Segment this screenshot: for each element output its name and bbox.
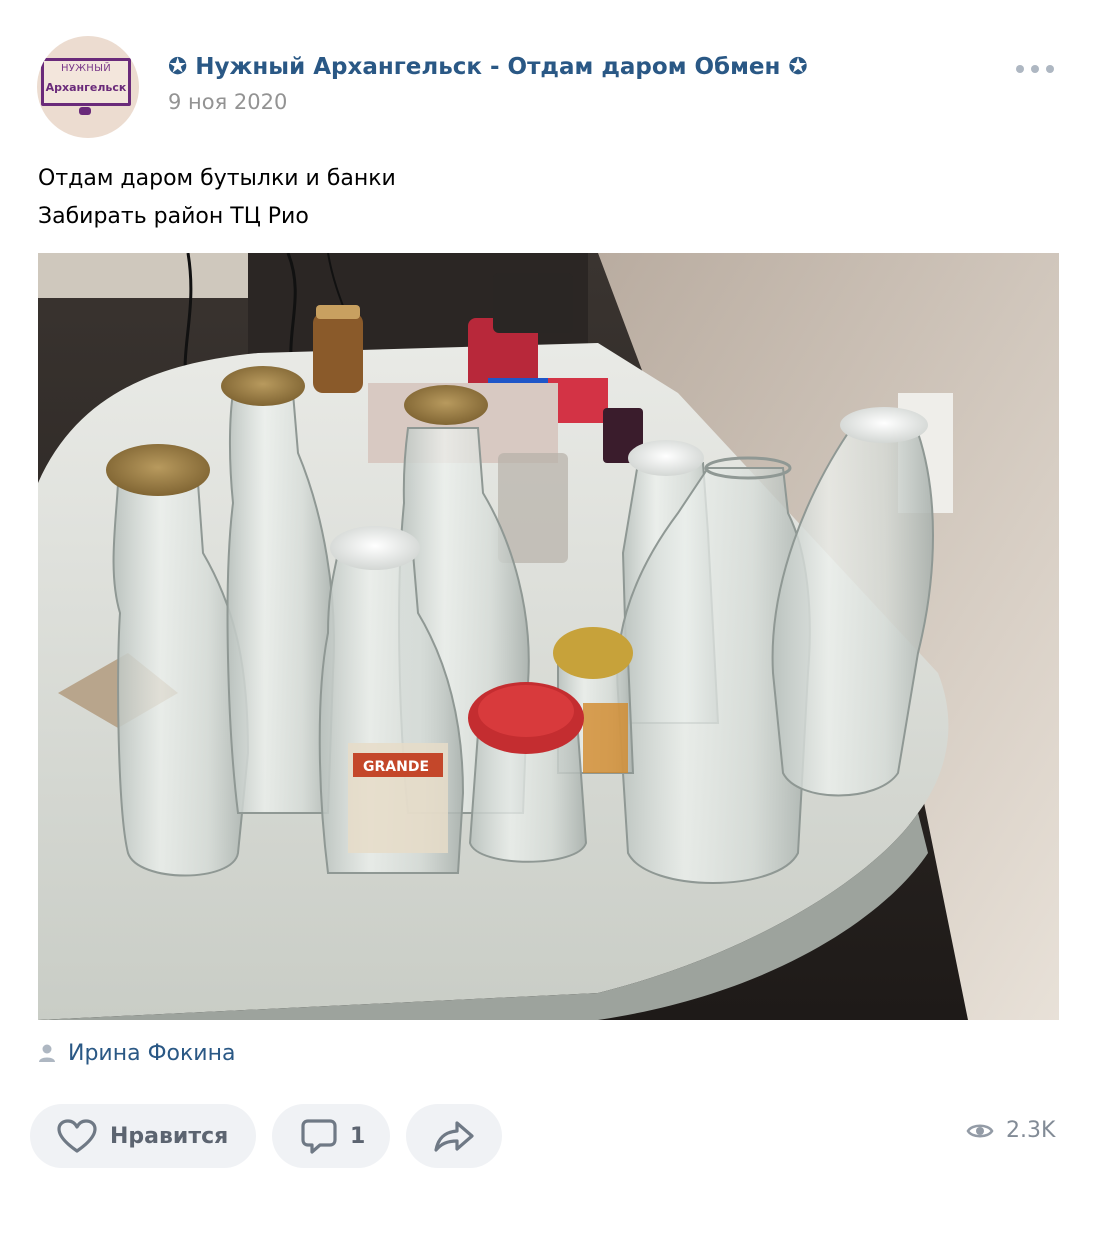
comments-count: 1 <box>350 1123 366 1149</box>
post-signer[interactable]: Ирина Фокина <box>38 1038 235 1068</box>
post-text: Отдам даром бутылки и банки Забирать рай… <box>38 160 396 236</box>
share-button[interactable] <box>406 1104 502 1168</box>
user-icon <box>39 1044 55 1062</box>
views-count: 2.3K <box>1006 1118 1056 1143</box>
post-text-line: Отдам даром бутылки и банки <box>38 166 396 191</box>
heart-icon <box>57 1119 97 1153</box>
eye-icon <box>966 1123 994 1138</box>
comment-icon <box>301 1119 337 1154</box>
group-avatar[interactable]: НУЖНЫЙ Архангельск <box>37 36 139 138</box>
post-date[interactable]: 9 ноя 2020 <box>168 90 287 114</box>
views-counter: 2.3K <box>966 1118 1055 1143</box>
like-label: Нравится <box>110 1123 229 1149</box>
avatar-logo-line2: Архангельск <box>45 81 127 94</box>
share-icon <box>434 1121 474 1152</box>
like-button[interactable]: Нравится <box>30 1104 256 1168</box>
signer-name[interactable]: Ирина Фокина <box>68 1041 235 1066</box>
more-icon[interactable] <box>1016 62 1054 76</box>
jar-label: GRANDE <box>363 759 429 775</box>
avatar-logo-line1: НУЖНЫЙ <box>60 63 111 74</box>
avatar-logo: НУЖНЫЙ Архангельск <box>41 58 131 106</box>
comment-button[interactable]: 1 <box>272 1104 390 1168</box>
post-photo[interactable]: GRANDE <box>38 253 1059 1020</box>
post-text-line: Забирать район ТЦ Рио <box>38 204 309 229</box>
avatar-logo-mark <box>79 107 91 115</box>
group-name-link[interactable]: ✪ Нужный Архангельск - Отдам даром Обмен… <box>168 54 808 80</box>
